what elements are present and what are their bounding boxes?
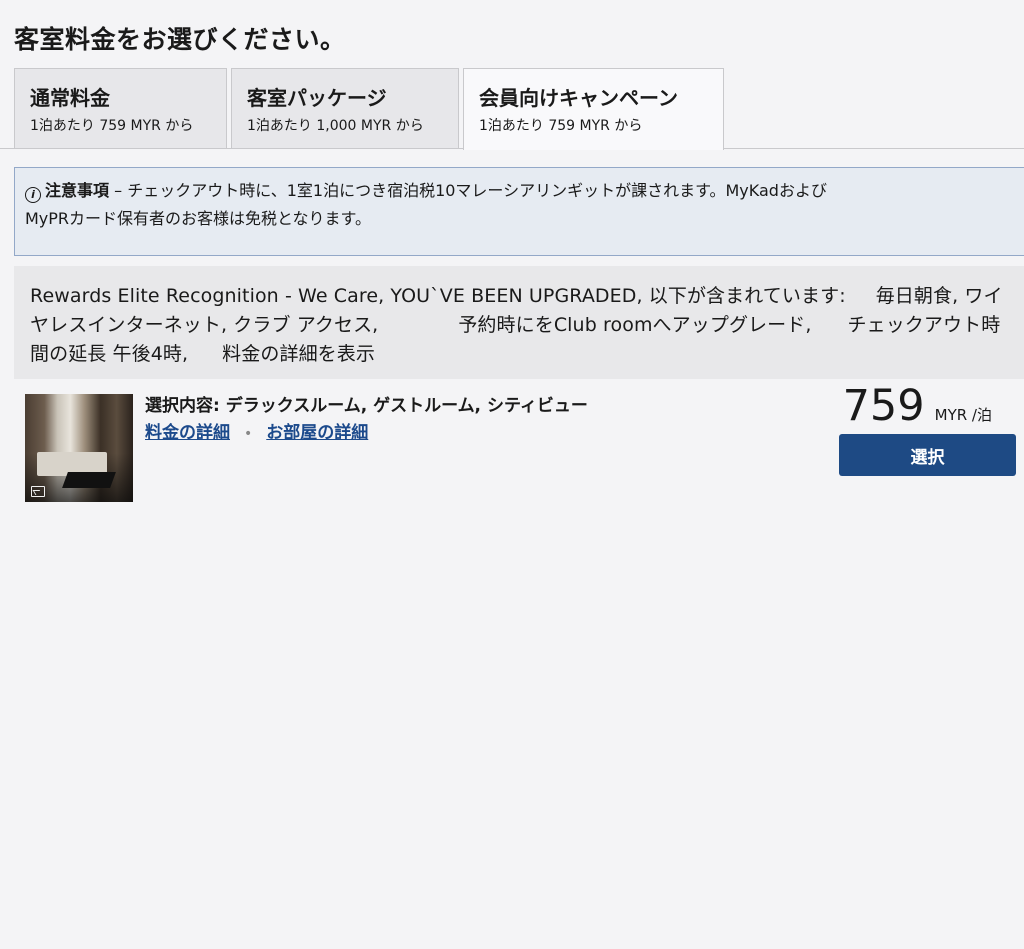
tab-price-label: 1泊あたり 759 MYR から bbox=[479, 118, 643, 134]
link-separator: • bbox=[244, 426, 253, 442]
tab-name: 会員向けキャンペーン bbox=[479, 86, 678, 110]
price-amount: 759 bbox=[842, 381, 925, 431]
rate-selection-page: 客室料金をお選びください。 通常料金 1泊あたり 759 MYR から 客室パッ… bbox=[0, 0, 1024, 949]
rate-description: Rewards Elite Recognition - We Care, YOU… bbox=[14, 266, 1024, 379]
notice-dash: – bbox=[109, 181, 128, 200]
notice-label: 注意事項 bbox=[45, 181, 110, 200]
rate-tabs: 通常料金 1泊あたり 759 MYR から 客室パッケージ 1泊あたり 1,00… bbox=[0, 68, 1024, 150]
notice-text-line2: MyPRカード保有者のお客様は免税となります。 bbox=[25, 209, 371, 228]
room-thumbnail[interactable] bbox=[25, 394, 133, 502]
tab-room-package[interactable]: 客室パッケージ 1泊あたり 1,000 MYR から bbox=[231, 68, 459, 149]
tab-price-label: 1泊あたり 1,000 MYR から bbox=[247, 118, 424, 134]
room-photo-table bbox=[62, 472, 116, 488]
room-selection: 選択内容: デラックスルーム, ゲストルーム, シティビュー bbox=[145, 396, 588, 416]
notice-text-line1: チェックアウト時に、1室1泊につき宿泊税10マレーシアリンギットが課されます。M… bbox=[127, 181, 827, 200]
room-links: 料金の詳細 • お部屋の詳細 bbox=[145, 421, 368, 446]
notice-box: i 注意事項 – チェックアウト時に、1室1泊につき宿泊税10マレーシアリンギット… bbox=[14, 167, 1024, 256]
rate-upgrade: 予約時にをClub roomへアップグレード, bbox=[458, 314, 812, 336]
page-title: 客室料金をお選びください。 bbox=[14, 25, 346, 54]
room-details-link[interactable]: お部屋の詳細 bbox=[266, 423, 368, 443]
tab-name: 客室パッケージ bbox=[247, 86, 387, 110]
room-price: 759 MYR /泊 bbox=[843, 380, 992, 432]
tab-name: 通常料金 bbox=[30, 86, 110, 110]
select-button[interactable]: 選択 bbox=[839, 434, 1016, 476]
info-icon: i bbox=[25, 187, 41, 203]
photo-gallery-icon bbox=[31, 486, 45, 497]
price-unit: MYR /泊 bbox=[934, 406, 992, 424]
rate-detail-link[interactable]: 料金の詳細を表示 bbox=[222, 343, 375, 365]
tab-standard-rate[interactable]: 通常料金 1泊あたり 759 MYR から bbox=[14, 68, 227, 149]
rate-title: Rewards Elite Recognition - We Care, YOU… bbox=[30, 285, 846, 307]
tab-member-campaign[interactable]: 会員向けキャンペーン 1泊あたり 759 MYR から bbox=[463, 68, 724, 150]
rate-details-link[interactable]: 料金の詳細 bbox=[145, 423, 230, 443]
tab-price-label: 1泊あたり 759 MYR から bbox=[30, 118, 194, 134]
